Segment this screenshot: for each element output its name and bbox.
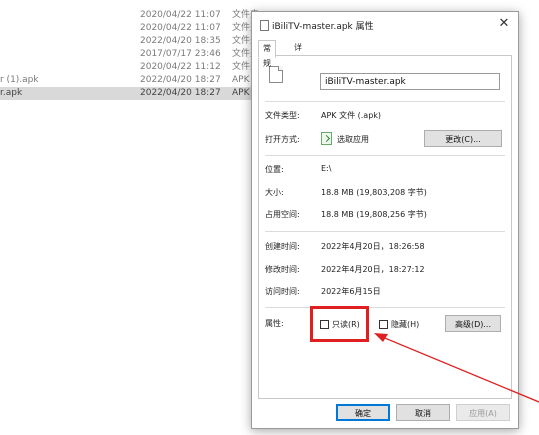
created-label: 创建时间: [265, 242, 300, 251]
file-type-value: APK 文件 (.apk) [321, 111, 382, 120]
app-icon [321, 132, 332, 145]
size-label: 大小: [265, 188, 284, 197]
location-value: E:\ [321, 164, 332, 173]
list-item[interactable]: 2017/07/17 23:46 文件夹 [0, 48, 260, 61]
divider [265, 101, 505, 102]
open-with-label: 打开方式: [265, 135, 300, 144]
file-type-label: 文件类型: [265, 111, 300, 120]
change-button[interactable]: 更改(C)... [424, 130, 502, 147]
attributes-label: 属性: [265, 319, 284, 328]
list-item[interactable]: r (1).apk 2022/04/20 18:27 APK [0, 74, 260, 87]
accessed-value: 2022年6月15日 [321, 287, 381, 296]
close-icon[interactable]: ✕ [496, 16, 512, 32]
size-value: 18.8 MB (19,803,208 字节) [321, 188, 427, 197]
accessed-label: 访问时间: [265, 287, 300, 296]
annotation-arrow [374, 333, 539, 403]
list-item-selected[interactable]: r.apk 2022/04/20 18:27 APK [0, 87, 260, 100]
divider [265, 231, 505, 232]
modified-label: 修改时间: [265, 265, 300, 274]
list-item[interactable]: 2022/04/20 18:35 文件夹 [0, 35, 260, 48]
file-name-field[interactable]: iBiliTV-master.apk [320, 73, 500, 90]
ok-button[interactable]: 确定 [336, 404, 390, 421]
disk-size-value: 18.8 MB (19,808,256 字节) [321, 210, 427, 219]
location-label: 位置: [265, 165, 284, 174]
open-with-value: 选取应用 [337, 135, 369, 144]
hidden-label[interactable]: 隐藏(H) [391, 319, 419, 330]
document-icon [269, 66, 283, 83]
highlight-box [310, 306, 369, 342]
created-value: 2022年4月20日，18:26:58 [321, 242, 425, 251]
apply-button[interactable]: 应用(A) [456, 404, 510, 421]
tab-general[interactable]: 常规 [258, 40, 276, 68]
divider [265, 155, 505, 156]
disk-size-label: 占用空间: [265, 210, 300, 219]
tab-details[interactable]: 详细信息 [290, 40, 306, 97]
dialog-title: iBiliTV-master.apk 属性 [272, 22, 374, 32]
list-item[interactable]: 2020/04/22 11:07 文件夹 [0, 22, 260, 35]
list-item[interactable]: 2020/04/22 11:12 文件夹 [0, 61, 260, 74]
cancel-button[interactable]: 取消 [396, 404, 450, 421]
list-item[interactable]: 2020/04/22 11:07 文件夹 [0, 9, 260, 22]
title-bar[interactable]: iBiliTV-master.apk 属性 ✕ [252, 12, 518, 38]
divider [265, 307, 505, 308]
modified-value: 2022年4月20日，18:27:12 [321, 265, 425, 274]
hidden-checkbox[interactable] [379, 320, 388, 329]
file-icon [260, 20, 269, 31]
